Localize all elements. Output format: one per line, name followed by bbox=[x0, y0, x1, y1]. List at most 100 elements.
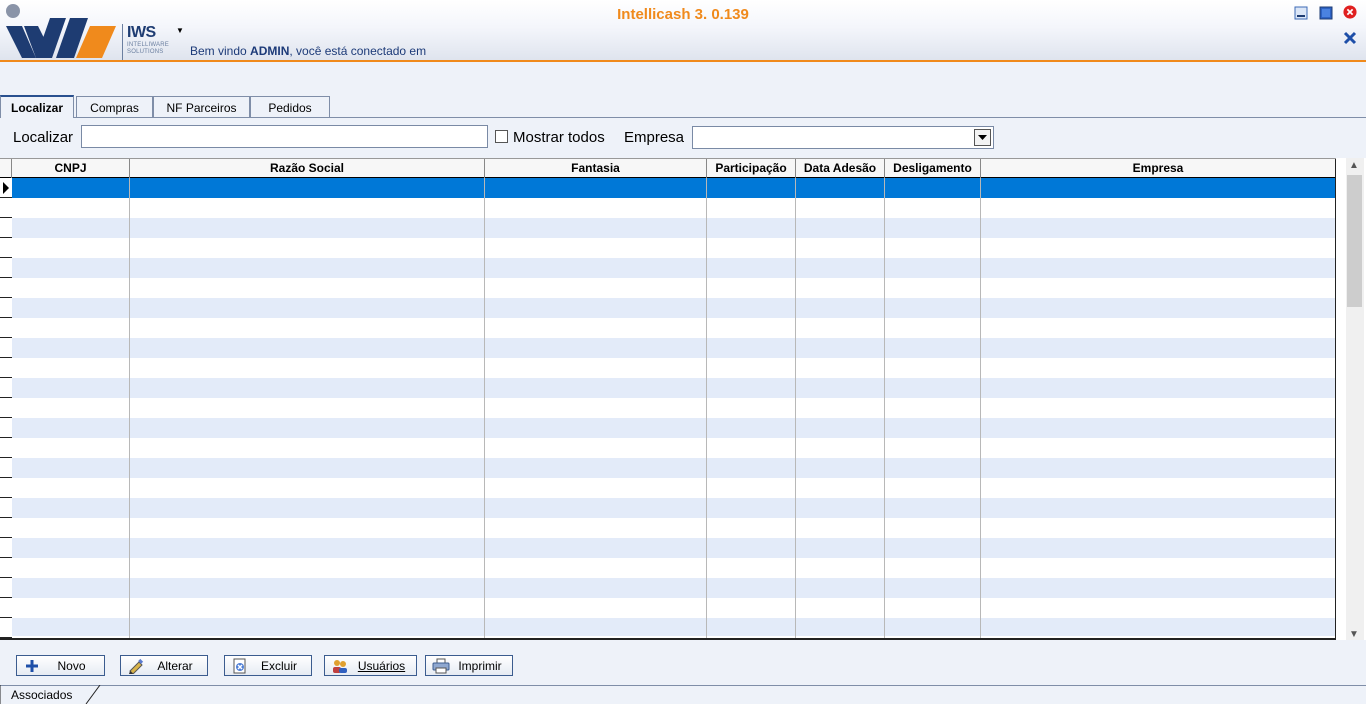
row-indicator[interactable] bbox=[0, 378, 12, 398]
edit-button[interactable]: Alterar bbox=[120, 655, 208, 676]
brand-tagline-line1: INTELLIWARE bbox=[127, 42, 169, 48]
table-row[interactable] bbox=[12, 198, 1336, 218]
table-row[interactable] bbox=[12, 518, 1336, 538]
table-row[interactable] bbox=[12, 578, 1336, 598]
brand-block: IWS INTELLIWARE SOLUTIONS bbox=[122, 24, 172, 60]
scroll-down-icon[interactable]: ▼ bbox=[1349, 629, 1359, 640]
row-indicator[interactable] bbox=[0, 618, 12, 638]
search-label: Localizar bbox=[13, 129, 74, 146]
printer-icon bbox=[432, 658, 450, 673]
row-indicator[interactable] bbox=[0, 558, 12, 578]
column-header-participacao[interactable]: Participação bbox=[707, 159, 796, 178]
row-indicator[interactable] bbox=[0, 478, 12, 498]
row-indicator[interactable] bbox=[0, 358, 12, 378]
table-row[interactable] bbox=[12, 258, 1336, 278]
pencil-icon bbox=[129, 658, 144, 674]
row-indicator[interactable] bbox=[0, 538, 12, 558]
column-header-razao-social[interactable]: Razão Social bbox=[130, 159, 485, 178]
table-row[interactable] bbox=[12, 618, 1336, 636]
associates-grid[interactable]: CNPJ Razão Social Fantasia Participação … bbox=[0, 158, 1366, 640]
search-input[interactable] bbox=[81, 125, 488, 148]
welcome-prefix: Bem vindo bbox=[190, 44, 251, 58]
column-header-desligamento[interactable]: Desligamento bbox=[885, 159, 981, 178]
table-row[interactable] bbox=[12, 538, 1336, 558]
table-row[interactable] bbox=[12, 358, 1336, 378]
grid-header: CNPJ Razão Social Fantasia Participação … bbox=[0, 158, 1336, 178]
current-user: ADMIN bbox=[250, 44, 290, 58]
print-button[interactable]: Imprimir bbox=[425, 655, 513, 676]
close-window-icon[interactable] bbox=[1343, 5, 1357, 19]
tab-nf-parceiros[interactable]: NF Parceiros bbox=[153, 96, 250, 117]
table-row[interactable] bbox=[12, 418, 1336, 438]
column-divider bbox=[706, 178, 707, 638]
row-indicator[interactable] bbox=[0, 598, 12, 618]
minimize-icon[interactable] bbox=[1294, 6, 1308, 20]
table-row[interactable] bbox=[12, 398, 1336, 418]
table-row[interactable] bbox=[12, 498, 1336, 518]
show-all-label[interactable]: Mostrar todos bbox=[513, 129, 605, 146]
row-indicator[interactable] bbox=[0, 318, 12, 338]
edit-button-label: Alterar bbox=[157, 658, 193, 673]
print-button-label: Imprimir bbox=[458, 658, 502, 673]
users-button[interactable]: Usuários bbox=[324, 655, 417, 676]
tab-pedidos[interactable]: Pedidos bbox=[250, 96, 330, 117]
show-all-checkbox[interactable] bbox=[495, 130, 508, 143]
row-indicator[interactable] bbox=[0, 258, 12, 278]
table-row[interactable] bbox=[12, 558, 1336, 578]
tab-associados[interactable]: Associados bbox=[0, 685, 101, 704]
table-row[interactable] bbox=[12, 178, 1336, 198]
tab-compras[interactable]: Compras bbox=[76, 96, 153, 117]
brand-tagline-line2: SOLUTIONS bbox=[127, 49, 164, 55]
table-row[interactable] bbox=[12, 478, 1336, 498]
row-indicator[interactable] bbox=[0, 178, 12, 198]
row-indicator[interactable] bbox=[0, 198, 12, 218]
column-header-fantasia[interactable]: Fantasia bbox=[485, 159, 707, 178]
table-row[interactable] bbox=[12, 278, 1336, 298]
maximize-icon[interactable] bbox=[1319, 6, 1333, 20]
scroll-thumb[interactable] bbox=[1347, 175, 1362, 307]
table-row[interactable] bbox=[12, 338, 1336, 358]
row-indicator[interactable] bbox=[0, 278, 12, 298]
column-header-empresa[interactable]: Empresa bbox=[981, 159, 1336, 178]
row-indicator[interactable] bbox=[0, 498, 12, 518]
company-select[interactable] bbox=[692, 126, 994, 149]
row-indicator[interactable] bbox=[0, 338, 12, 358]
delete-button[interactable]: Excluir bbox=[224, 655, 312, 676]
column-divider bbox=[129, 178, 130, 638]
column-divider bbox=[795, 178, 796, 638]
welcome-suffix: , você está conectado em bbox=[289, 44, 427, 58]
new-button[interactable]: Novo bbox=[16, 655, 105, 676]
vertical-scrollbar[interactable]: ▲ ▼ bbox=[1346, 158, 1364, 640]
users-icon bbox=[333, 659, 347, 673]
row-indicator[interactable] bbox=[0, 398, 12, 418]
brand-name: IWS bbox=[127, 24, 156, 41]
row-indicator[interactable] bbox=[0, 238, 12, 258]
close-tab-icon[interactable] bbox=[1343, 31, 1357, 45]
row-indicator[interactable] bbox=[0, 458, 12, 478]
table-row[interactable] bbox=[12, 378, 1336, 398]
row-indicator[interactable] bbox=[0, 218, 12, 238]
grid-bottom-border bbox=[0, 638, 1336, 640]
app-title: Intellicash 3. 0.139 bbox=[617, 6, 749, 23]
row-indicator[interactable] bbox=[0, 578, 12, 598]
row-indicator[interactable] bbox=[0, 298, 12, 318]
brand-menu-dropdown-icon[interactable]: ▼ bbox=[176, 26, 184, 35]
row-indicator[interactable] bbox=[0, 418, 12, 438]
table-row[interactable] bbox=[12, 238, 1336, 258]
table-row[interactable] bbox=[12, 318, 1336, 338]
new-button-label: Novo bbox=[57, 658, 86, 673]
row-indicator[interactable] bbox=[0, 518, 12, 538]
table-row[interactable] bbox=[12, 438, 1336, 458]
chevron-down-icon[interactable] bbox=[974, 129, 991, 146]
row-indicator[interactable] bbox=[0, 438, 12, 458]
column-header-data-adesao[interactable]: Data Adesão bbox=[796, 159, 885, 178]
table-row[interactable] bbox=[12, 218, 1336, 238]
table-row[interactable] bbox=[12, 298, 1336, 318]
table-row[interactable] bbox=[12, 458, 1336, 478]
scroll-up-icon[interactable]: ▲ bbox=[1349, 160, 1359, 171]
column-divider bbox=[884, 178, 885, 638]
column-header-cnpj[interactable]: CNPJ bbox=[12, 159, 130, 178]
grid-right-border bbox=[1335, 178, 1336, 638]
table-row[interactable] bbox=[12, 598, 1336, 618]
tab-localizar[interactable]: Localizar bbox=[0, 95, 74, 118]
